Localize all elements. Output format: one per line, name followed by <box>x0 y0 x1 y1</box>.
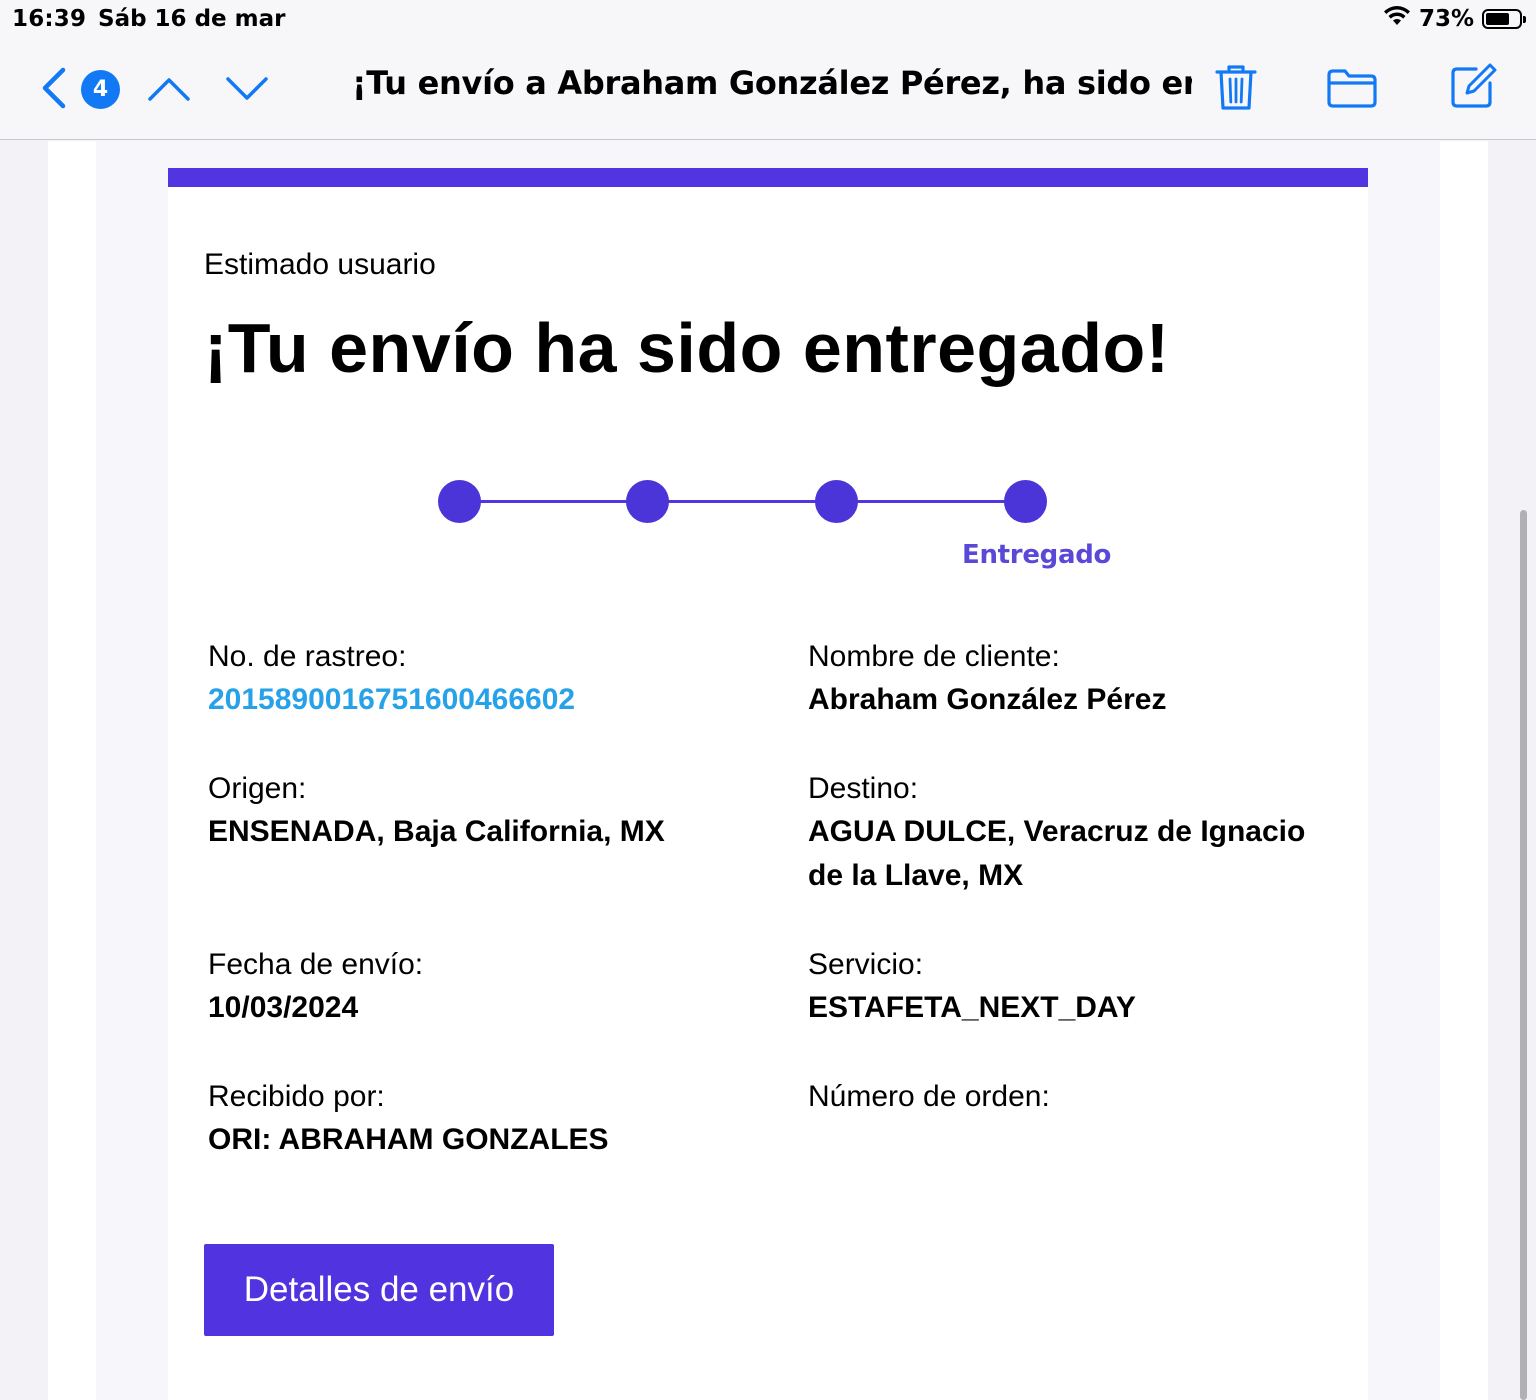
brand-accent-bar <box>168 168 1368 187</box>
service-value: ESTAFETA_NEXT_DAY <box>808 991 1136 1024</box>
top-bar: 16:39 Sáb 16 de mar 73% 4 ¡Tu envío a Ab… <box>0 0 1536 140</box>
email-frame: Estimado usuario ¡Tu envío ha sido entre… <box>96 141 1440 1400</box>
progress-line <box>460 500 1026 503</box>
progress-step-3 <box>815 480 858 523</box>
trash-icon <box>1214 62 1258 117</box>
delivery-progress: Entregado <box>438 480 1111 590</box>
email-viewport[interactable]: Estimado usuario ¡Tu envío ha sido entre… <box>48 141 1488 1400</box>
move-to-folder-button[interactable] <box>1324 66 1380 114</box>
battery-percent: 73% <box>1418 6 1474 32</box>
origin-value: ENSENADA, Baja California, MX <box>208 815 665 848</box>
status-indicators: 73% <box>1383 5 1526 33</box>
customer-label: Nombre de cliente: <box>808 640 1060 673</box>
destination-value-line2: de la Llave, MX <box>808 859 1024 892</box>
progress-step-4 <box>1004 480 1047 523</box>
tracking-number-link[interactable]: 2015890016751600466602 <box>208 678 575 722</box>
next-message-button[interactable] <box>222 70 272 110</box>
battery-level <box>1486 13 1510 25</box>
origin-label: Origen: <box>208 772 307 805</box>
wifi-icon <box>1383 5 1411 33</box>
order-number-label: Número de orden: <box>808 1080 1050 1113</box>
folder-icon <box>1326 67 1378 114</box>
progress-current-label: Entregado <box>962 540 1112 570</box>
status-date: Sáb 16 de mar <box>98 6 286 32</box>
destination-label: Destino: <box>808 772 919 805</box>
delete-button[interactable] <box>1210 62 1262 116</box>
customer-value: Abraham González Pérez <box>808 683 1167 716</box>
email-card: Estimado usuario ¡Tu envío ha sido entre… <box>168 168 1368 1400</box>
ship-date-label: Fecha de envío: <box>208 948 424 981</box>
ship-date-value: 10/03/2024 <box>208 991 359 1024</box>
service-label: Servicio: <box>808 948 924 981</box>
back-button[interactable] <box>36 66 72 115</box>
shipment-details-button[interactable]: Detalles de envío <box>204 1244 554 1336</box>
progress-step-2 <box>626 480 669 523</box>
received-by-value: ORI: ABRAHAM GONZALES <box>208 1123 609 1156</box>
greeting: Estimado usuario <box>204 248 436 281</box>
status-time: 16:39 <box>12 6 87 32</box>
tracking-label: No. de rastreo: <box>208 640 407 673</box>
headline: ¡Tu envío ha sido entregado! <box>204 309 1170 387</box>
progress-step-1 <box>438 480 481 523</box>
chevron-down-icon <box>224 73 270 108</box>
back-chevron-icon <box>39 66 69 115</box>
tracking-number[interactable]: 2015890016751600466602 <box>208 683 575 716</box>
compose-icon <box>1448 61 1498 116</box>
received-by-label: Recibido por: <box>208 1080 385 1113</box>
chevron-up-icon <box>146 73 192 108</box>
scrollbar[interactable] <box>1520 510 1527 1400</box>
compose-button[interactable] <box>1446 62 1500 114</box>
previous-message-button[interactable] <box>144 70 194 110</box>
message-subject: ¡Tu envío a Abraham González Pérez, ha s… <box>352 64 1192 102</box>
unread-count-badge[interactable]: 4 <box>81 70 120 109</box>
battery-icon <box>1482 9 1526 29</box>
destination-value-line1: AGUA DULCE, Veracruz de Ignacio <box>808 815 1306 848</box>
